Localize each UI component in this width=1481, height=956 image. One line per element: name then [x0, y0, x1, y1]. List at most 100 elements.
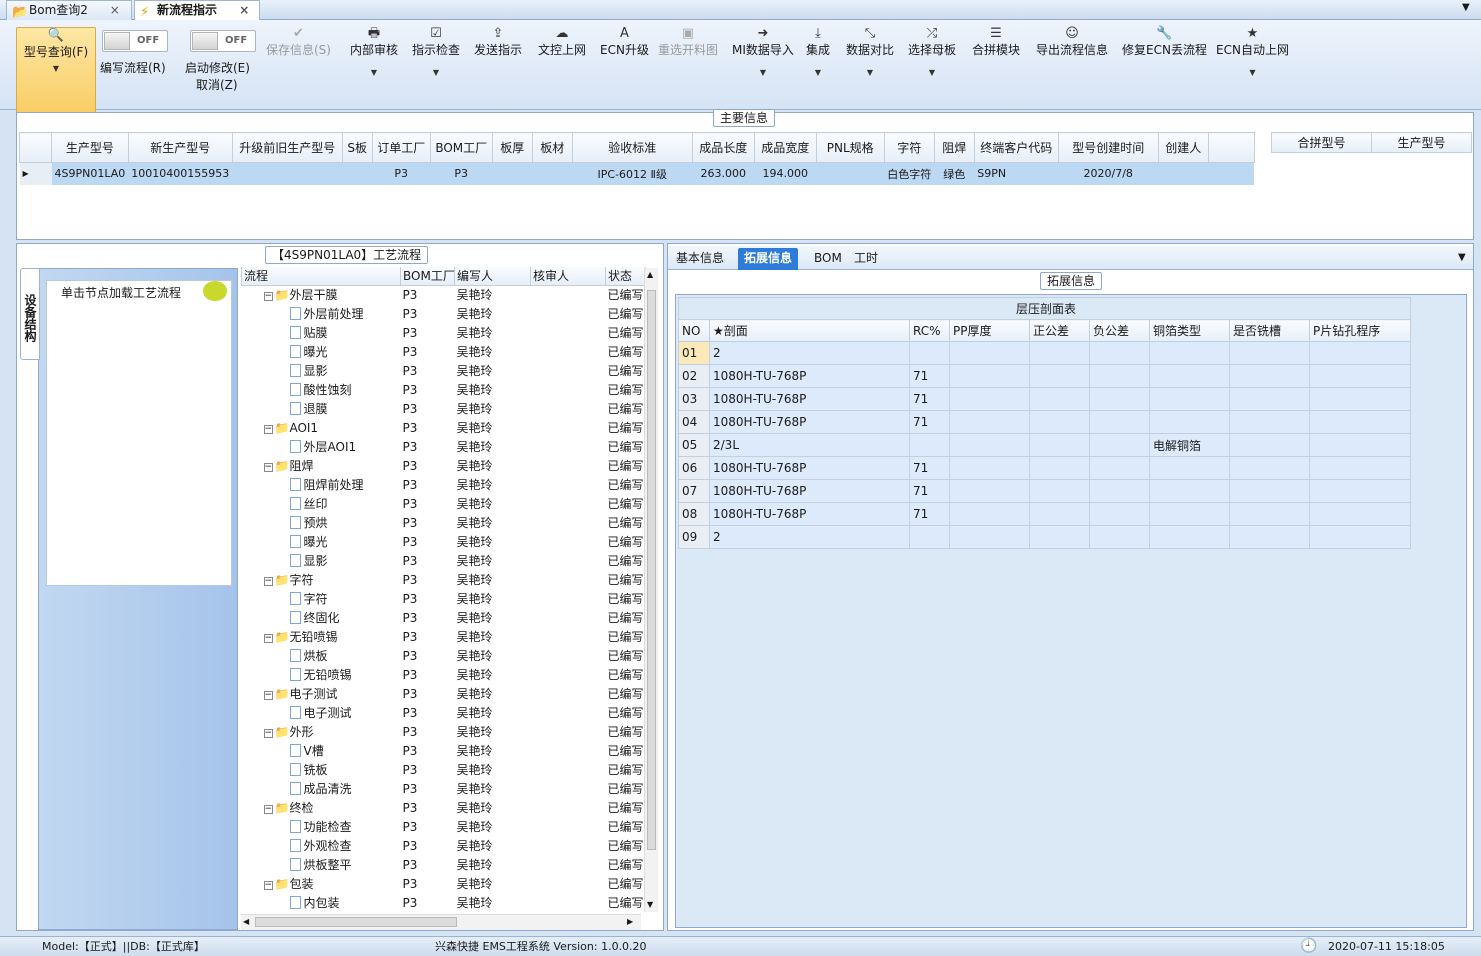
table-cell[interactable]: [492, 162, 533, 185]
table-cell[interactable]: P3: [430, 162, 493, 185]
table-cell[interactable]: [1089, 479, 1150, 503]
column-header[interactable]: 负公差: [1089, 319, 1150, 342]
column-header[interactable]: 型号创建时间: [1057, 132, 1159, 163]
tree-row[interactable]: 无铅喷锡 P3 吴艳玲 已编写: [242, 665, 646, 684]
table-cell[interactable]: 1080H-TU-768P: [709, 456, 910, 480]
tree-row[interactable]: 曝光 P3 吴艳玲 已编写: [242, 532, 646, 551]
column-header[interactable]: 验收标准: [571, 132, 693, 163]
column-header[interactable]: 终端客户代码: [973, 132, 1059, 163]
table-cell[interactable]: [1149, 341, 1230, 365]
table-cell[interactable]: 71: [909, 387, 950, 411]
tab-basic-info[interactable]: 基本信息: [670, 248, 730, 270]
table-cell[interactable]: 71: [909, 502, 950, 526]
column-header[interactable]: S板: [341, 132, 373, 163]
tree-row[interactable]: − 📁终检 P3 吴艳玲 已编写: [242, 798, 646, 817]
collapse-icon[interactable]: −: [263, 729, 273, 738]
tree-node[interactable]: 烘板整平: [242, 855, 401, 874]
tree-node[interactable]: V槽: [242, 741, 401, 760]
column-header[interactable]: PP厚度: [949, 319, 1030, 342]
column-header[interactable]: 成品宽度: [753, 132, 817, 163]
tree-node[interactable]: 曝光: [242, 532, 401, 551]
tree-node[interactable]: 电子测试: [242, 703, 401, 722]
tree-node[interactable]: − 📁无铅喷锡: [242, 627, 401, 646]
ribbon-button-10[interactable]: ⤮ 选择母板 ▼: [908, 26, 956, 82]
column-header[interactable]: 板厚: [491, 132, 533, 163]
ribbon-button-0[interactable]: ✔ 保存信息(S): [266, 26, 331, 58]
collapse-icon[interactable]: −: [263, 691, 273, 700]
tree-row[interactable]: 丝印 P3 吴艳玲 已编写: [242, 494, 646, 513]
column-header[interactable]: 阻焊: [933, 132, 975, 163]
table-cell[interactable]: 2/3L: [709, 433, 910, 457]
tab-extended-info[interactable]: 拓展信息: [738, 248, 799, 270]
table-cell[interactable]: [232, 162, 343, 185]
tree-row[interactable]: V槽 P3 吴艳玲 已编写: [242, 741, 646, 760]
table-cell[interactable]: [1089, 387, 1150, 411]
ribbon-button-3[interactable]: ⇪ 发送指示: [474, 26, 522, 58]
column-header[interactable]: BOM工厂: [400, 267, 455, 286]
column-header[interactable]: RC%: [909, 319, 950, 342]
tab-work-hours[interactable]: 工时: [848, 248, 884, 270]
table-row[interactable]: 08 1080H-TU-768P 71: [678, 502, 1412, 526]
ribbon-button-1[interactable]: 🖶 内部审核 ▼: [350, 26, 398, 82]
table-cell[interactable]: 71: [909, 364, 950, 388]
arrow-right-icon[interactable]: ▶: [627, 917, 633, 926]
collapse-icon[interactable]: −: [263, 881, 273, 890]
tree-node[interactable]: 无铅喷锡: [242, 665, 401, 684]
table-row[interactable]: 07 1080H-TU-768P 71: [678, 479, 1412, 503]
row-selector[interactable]: ▶: [19, 162, 52, 185]
row-number-cell[interactable]: 03: [678, 387, 710, 411]
table-cell[interactable]: [949, 525, 1030, 549]
table-cell[interactable]: [1089, 456, 1150, 480]
chevron-down-icon[interactable]: ▼: [1462, 2, 1470, 13]
tree-node[interactable]: 退膜: [242, 399, 401, 418]
column-header[interactable]: 新生产型号: [127, 132, 233, 163]
table-cell[interactable]: [816, 162, 885, 185]
column-header[interactable]: 板材: [531, 132, 573, 163]
row-number-cell[interactable]: 01: [678, 341, 710, 365]
tree-node[interactable]: 字符: [242, 589, 401, 608]
arrow-up-icon[interactable]: ▲: [647, 270, 653, 279]
tree-row[interactable]: − 📁电子测试 P3 吴艳玲 已编写: [242, 684, 646, 703]
write-flow-toggle[interactable]: OFF: [102, 30, 168, 52]
table-cell[interactable]: 71: [909, 410, 950, 434]
table-cell[interactable]: [949, 364, 1030, 388]
table-cell[interactable]: 2: [709, 525, 910, 549]
table-cell[interactable]: [1029, 410, 1090, 434]
tree-node[interactable]: 外观检查: [242, 836, 401, 855]
column-header[interactable]: ★剖面: [709, 319, 910, 342]
table-row[interactable]: 06 1080H-TU-768P 71: [678, 456, 1412, 480]
column-header[interactable]: BOM工厂: [429, 132, 493, 163]
table-cell[interactable]: [1149, 364, 1230, 388]
tree-row[interactable]: 曝光 P3 吴艳玲 已编写: [242, 342, 646, 361]
ribbon-button-2[interactable]: ☑ 指示检查 ▼: [412, 26, 460, 82]
tree-node[interactable]: 阻焊前处理: [242, 475, 401, 494]
tree-row[interactable]: − 📁AOI1 P3 吴艳玲 已编写: [242, 418, 646, 437]
table-cell[interactable]: [1308, 364, 1412, 388]
table-cell[interactable]: [1229, 364, 1310, 388]
model-query-button[interactable]: 🔍 型号查询(F) ▼: [16, 27, 96, 113]
tree-node[interactable]: 成品清洗: [242, 779, 401, 798]
table-cell[interactable]: [1089, 410, 1150, 434]
ribbon-button-11[interactable]: ☰ 合拼模块: [972, 26, 1020, 58]
table-cell[interactable]: 绿色: [934, 162, 975, 185]
table-cell[interactable]: [909, 433, 950, 457]
table-cell[interactable]: [1149, 479, 1230, 503]
column-header[interactable]: NO: [678, 319, 710, 342]
table-cell[interactable]: [1089, 364, 1150, 388]
ribbon-button-14[interactable]: ★ ECN自动上网 ▼: [1216, 26, 1289, 82]
tree-row[interactable]: 烘板 P3 吴艳玲 已编写: [242, 646, 646, 665]
table-cell[interactable]: [1308, 433, 1412, 457]
tree-node[interactable]: − 📁阻焊: [242, 456, 401, 475]
tree-row[interactable]: 外层前处理 P3 吴艳玲 已编写: [242, 304, 646, 323]
tree-row[interactable]: 外观检查 P3 吴艳玲 已编写: [242, 836, 646, 855]
table-cell[interactable]: 1080H-TU-768P: [709, 387, 910, 411]
vertical-scrollbar[interactable]: ▲ ▼: [644, 268, 658, 912]
table-cell[interactable]: 263.000: [692, 162, 755, 185]
table-cell[interactable]: [1029, 502, 1090, 526]
tree-node[interactable]: 外层AOI1: [242, 437, 401, 456]
tree-row[interactable]: 成品清洗 P3 吴艳玲 已编写: [242, 779, 646, 798]
table-cell[interactable]: [949, 410, 1030, 434]
table-cell[interactable]: [1029, 479, 1090, 503]
table-cell[interactable]: [1229, 525, 1310, 549]
table-cell[interactable]: [1308, 502, 1412, 526]
